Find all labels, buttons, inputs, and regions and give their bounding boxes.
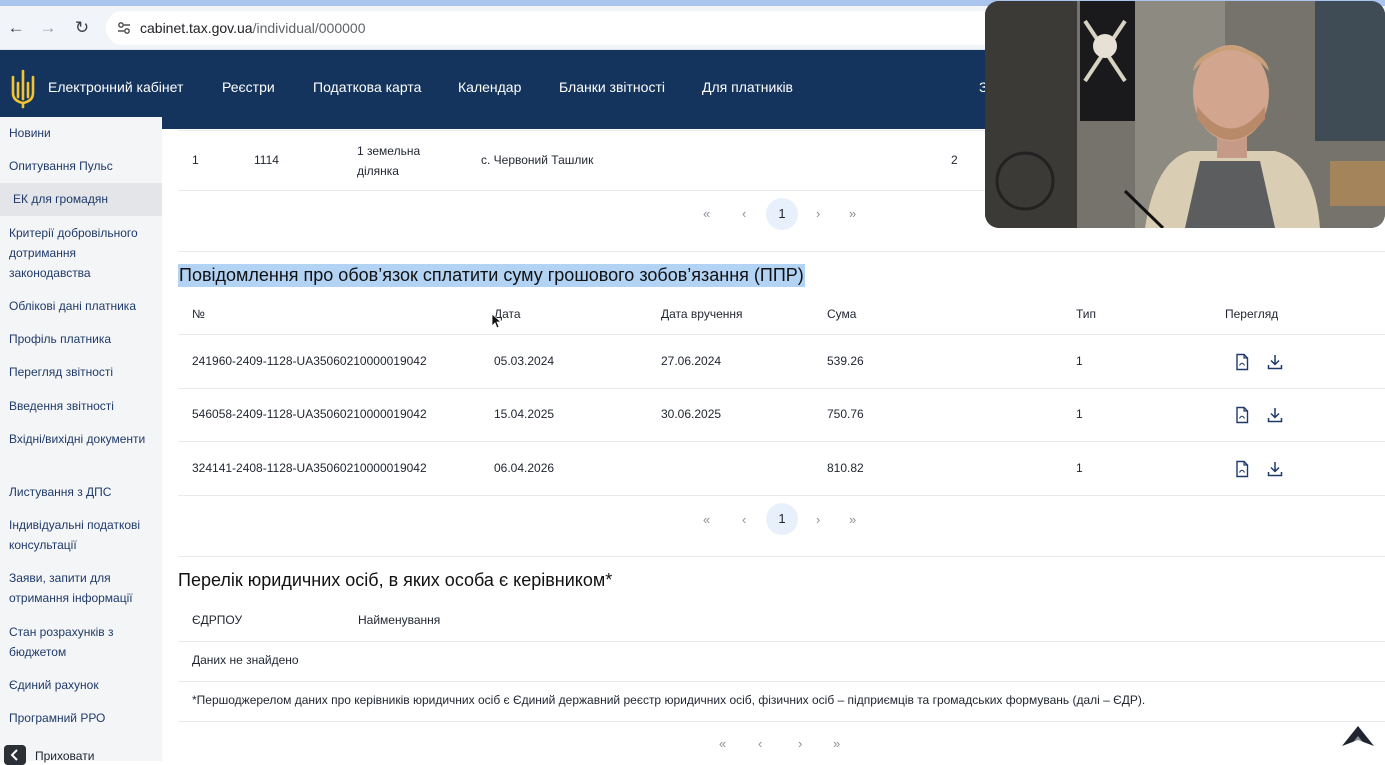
forward-arrow-icon[interactable]: → xyxy=(38,18,58,38)
ppr-cell-type: 1 xyxy=(1076,354,1083,368)
pager-next[interactable]: › xyxy=(816,206,820,221)
table-divider xyxy=(178,495,1385,496)
channel-logo-icon xyxy=(1342,726,1374,746)
entities-footnote: *Першоджерелом даних про керівників юрид… xyxy=(192,693,1146,707)
reload-icon[interactable]: ↻ xyxy=(72,18,92,38)
entities-empty-message: Даних не знайдено xyxy=(192,653,299,667)
ppr-header-amount: Сума xyxy=(827,307,857,321)
entities-header-edrpou: ЄДРПОУ xyxy=(192,613,243,627)
ppr-cell-amount: 539.26 xyxy=(827,354,864,368)
sidebar-item-payer-profile[interactable]: Профіль платника xyxy=(9,329,157,349)
sidebar-item-payer-records[interactable]: Облікові дані платника xyxy=(9,296,157,316)
ppr-header-type: Тип xyxy=(1076,307,1097,321)
sidebar-item-correspondence[interactable]: Листування з ДПС xyxy=(9,482,157,502)
ppr-cell-type: 1 xyxy=(1076,407,1083,421)
nav-report-forms[interactable]: Бланки звітності xyxy=(559,79,665,95)
pager-prev[interactable]: ‹ xyxy=(742,206,746,221)
table-divider xyxy=(178,641,1385,642)
ppr-header-view: Перегляд xyxy=(1225,307,1279,321)
pager-last[interactable]: » xyxy=(849,206,856,221)
ppr-cell-date: 15.04.2025 xyxy=(494,407,555,421)
ppr-cell-amount: 750.76 xyxy=(827,407,864,421)
webcam-video-frame xyxy=(985,1,1385,228)
sidebar-item-software-rro[interactable]: Програмний РРО xyxy=(9,708,157,728)
back-arrow-icon[interactable]: ← xyxy=(6,18,26,38)
table-divider xyxy=(178,441,1385,442)
pager-first[interactable]: « xyxy=(703,512,710,527)
land-row-code: 1114 xyxy=(254,153,279,167)
download-icon[interactable] xyxy=(1266,353,1284,371)
address-bar[interactable]: cabinet.tax.gov.ua/individual/000000 xyxy=(106,11,1106,45)
nav-for-payers[interactable]: Для платників xyxy=(702,79,793,95)
brand-title[interactable]: Електронний кабінет xyxy=(48,79,183,95)
sidebar-item-consultations[interactable]: Індивідуальні податкові консультації xyxy=(9,515,157,555)
ppr-cell-delivery-date: 30.06.2025 xyxy=(661,407,722,421)
sidebar-item-requests[interactable]: Заяви, запити для отримання інформації xyxy=(9,568,157,608)
site-settings-icon[interactable] xyxy=(116,20,132,36)
pager-first[interactable]: « xyxy=(719,736,726,751)
land-row-number: 1 xyxy=(192,153,199,167)
ppr-cell-type: 1 xyxy=(1076,461,1083,475)
mouse-cursor-icon xyxy=(491,313,502,329)
section-divider xyxy=(178,556,1385,557)
sidebar-item-documents[interactable]: Вхідні/вихідні документи xyxy=(9,429,157,449)
ppr-header-number: № xyxy=(192,307,205,321)
ppr-cell-amount: 810.82 xyxy=(827,461,864,475)
ppr-cell-number: 241960-2409-1128-UA35060210000019042 xyxy=(192,354,427,368)
sidebar-item-view-reports[interactable]: Перегляд звітності xyxy=(9,362,157,382)
webcam-overlay xyxy=(985,1,1385,228)
pager-current-page[interactable]: 1 xyxy=(766,503,798,535)
land-row-location: с. Червоний Ташлик xyxy=(481,153,594,167)
pager-prev[interactable]: ‹ xyxy=(742,512,746,527)
pager-next[interactable]: › xyxy=(816,512,820,527)
download-icon[interactable] xyxy=(1266,406,1284,424)
entities-section-title: Перелік юридичних осіб, в яких особа є к… xyxy=(178,570,613,590)
pager-last[interactable]: » xyxy=(833,736,840,751)
sidebar-toggle-icon[interactable] xyxy=(4,745,26,765)
sidebar-item-single-account[interactable]: Єдиний рахунок xyxy=(9,675,157,695)
sidebar-item-budget-status[interactable]: Стан розрахунків з бюджетом xyxy=(9,622,157,662)
download-icon[interactable] xyxy=(1266,460,1284,478)
ppr-cell-date: 05.03.2024 xyxy=(494,354,555,368)
sidebar-item-ek-citizens[interactable]: ЕК для громадян xyxy=(13,189,161,209)
pager-current-page[interactable]: 1 xyxy=(766,198,798,230)
table-divider xyxy=(178,721,1385,722)
ppr-cell-delivery-date: 27.06.2024 xyxy=(661,354,722,368)
land-row-type: 1 земельна ділянка xyxy=(357,144,421,178)
pager-prev[interactable]: ‹ xyxy=(758,736,762,751)
ppr-cell-number: 324141-2408-1128-UA35060210000019042 xyxy=(192,461,427,475)
pdf-document-icon[interactable] xyxy=(1233,406,1251,424)
trident-logo-icon[interactable] xyxy=(10,69,36,109)
pdf-document-icon[interactable] xyxy=(1233,353,1251,371)
sidebar-item-enter-reports[interactable]: Введення звітності xyxy=(9,396,157,416)
table-divider xyxy=(178,334,1385,335)
ppr-cell-date: 06.04.2026 xyxy=(494,461,555,475)
sidebar-item-compliance-criteria[interactable]: Критерії добровільного дотримання законо… xyxy=(9,223,157,283)
ppr-cell-number: 546058-2409-1128-UA35060210000019042 xyxy=(192,407,427,421)
pager-next[interactable]: › xyxy=(798,736,802,751)
sidebar-item-pulse-survey[interactable]: Опитування Пульс xyxy=(9,156,157,176)
nav-tax-map[interactable]: Податкова карта xyxy=(313,79,421,95)
nav-registries[interactable]: Реєстри xyxy=(222,79,275,95)
sidebar: Новини Опитування Пульс ЕК для громадян … xyxy=(0,117,162,761)
section-divider xyxy=(178,251,1385,252)
table-divider xyxy=(178,681,1385,682)
ppr-header-delivery-date: Дата вручення xyxy=(661,307,743,321)
entities-header-name: Найменування xyxy=(358,613,441,627)
table-divider xyxy=(178,388,1385,389)
ppr-section-title: Повідомлення про обов’язок сплатити суму… xyxy=(178,264,805,287)
land-row-count: 2 xyxy=(951,153,958,167)
pdf-document-icon[interactable] xyxy=(1233,460,1251,478)
pager-last[interactable]: » xyxy=(849,512,856,527)
sidebar-item-news[interactable]: Новини xyxy=(9,123,157,143)
url-text: cabinet.tax.gov.ua/individual/000000 xyxy=(140,20,366,36)
nav-calendar[interactable]: Календар xyxy=(458,79,521,95)
pager-first[interactable]: « xyxy=(703,206,710,221)
